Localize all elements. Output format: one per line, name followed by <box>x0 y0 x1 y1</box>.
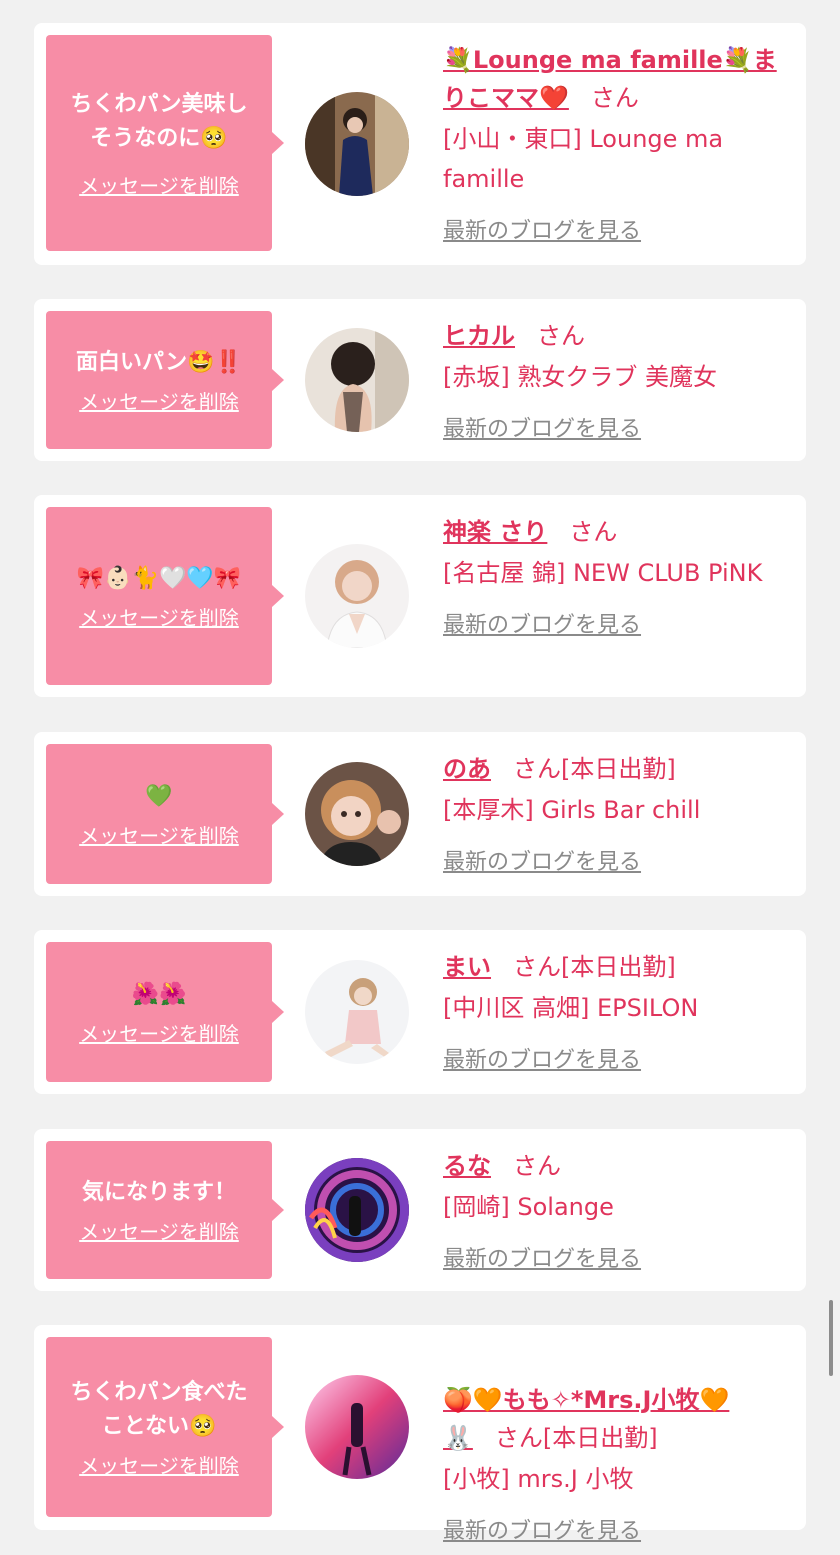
latest-blog-link[interactable]: 最新のブログを見る <box>443 411 641 443</box>
shop-label: [中川区 高畑] EPSILON <box>443 994 699 1022</box>
message-text: ちくわパン食べた ことない🥺 <box>70 1379 248 1439</box>
honorific: さん <box>513 1152 561 1180</box>
avatar[interactable] <box>305 544 409 648</box>
avatar[interactable] <box>305 328 409 432</box>
avatar[interactable] <box>305 1158 409 1262</box>
message-list: ちくわパン美味し そうなのに🥺 メッセージを削除 💐Lounge ma fami… <box>0 0 840 1555</box>
message-text: 💚 <box>145 783 173 809</box>
avatar[interactable] <box>305 1375 409 1479</box>
cast-name-link[interactable]: るな <box>443 1152 491 1180</box>
avatar[interactable] <box>305 960 409 1064</box>
honorific: さん <box>590 84 639 112</box>
scrollbar[interactable] <box>829 1300 833 1376</box>
honorific: さん <box>513 953 561 981</box>
status-label: [本日出勤] <box>542 1424 658 1452</box>
message-card: 💚 メッセージを削除 のあ さん[本日出勤] [本厚木] Girls Bar ch… <box>34 732 806 896</box>
status-label: [本日出勤] <box>561 755 676 783</box>
name-line: のあ さん[本日出勤] <box>443 750 786 788</box>
message-bubble: 気になります！ メッセージを削除 <box>46 1141 284 1279</box>
woman-selfie-photo-icon <box>305 762 409 866</box>
message-card: 面白いパン🤩‼️ メッセージを削除 ヒカル さん [赤坂] 熟女クラブ 美魔女 最… <box>34 299 806 461</box>
name-line: 🍑🧡もも✧*Mrs.J小牧🧡 🐰 さん[本日出勤] <box>443 1343 786 1457</box>
avatar[interactable] <box>305 762 409 866</box>
cast-name-link[interactable]: のあ <box>443 755 491 783</box>
message-bubble: 💚 メッセージを削除 <box>46 744 284 884</box>
message-bubble: ちくわパン食べた ことない🥺 メッセージを削除 <box>46 1337 284 1517</box>
woman-portrait-photo-icon <box>305 544 409 648</box>
latest-blog-link[interactable]: 最新のブログを見る <box>443 607 641 639</box>
cast-name-link[interactable]: 神楽 さり <box>443 518 547 546</box>
woman-back-photo-icon <box>305 328 409 432</box>
message-text: 🌺🌺 <box>131 981 187 1007</box>
message-text: 気になります！ <box>81 1179 236 1205</box>
woman-kimono-photo-icon <box>305 92 409 196</box>
cast-name-link[interactable]: まい <box>443 953 491 981</box>
delete-message-link[interactable]: メッセージを削除 <box>79 1450 239 1479</box>
message-card: ちくわパン食べた ことない🥺 メッセージを削除 🍑🧡もも✧*Mrs.J小牧🧡 🐰… <box>34 1325 806 1544</box>
light-tunnel-photo-icon <box>305 1158 409 1262</box>
delete-message-link[interactable]: メッセージを削除 <box>79 1216 239 1245</box>
woman-sitting-photo-icon <box>305 960 409 1064</box>
name-line: 神楽 さり さん <box>443 513 786 551</box>
message-card: ちくわパン美味し そうなのに🥺 メッセージを削除 💐Lounge ma fami… <box>34 23 806 265</box>
latest-blog-link[interactable]: 最新のブログを見る <box>443 844 641 876</box>
avatar[interactable] <box>305 92 409 196</box>
cast-name-link[interactable]: ヒカル <box>443 322 515 350</box>
message-text: 面白いパン🤩‼️ <box>76 349 242 375</box>
woman-neon-photo-icon <box>305 1375 409 1479</box>
message-text: ちくわパン美味し そうなのに🥺 <box>70 91 248 151</box>
shop-label: [赤坂] 熟女クラブ 美魔女 <box>443 363 717 391</box>
status-label: [本日出勤] <box>561 953 676 981</box>
delete-message-link[interactable]: メッセージを削除 <box>79 386 239 415</box>
name-line: ヒカル さん <box>443 317 786 355</box>
message-bubble: 🎀👶🏻🐈🤍🩵🎀 メッセージを削除 <box>46 507 284 685</box>
shop-label: [岡崎] Solange <box>443 1193 614 1221</box>
latest-blog-link[interactable]: 最新のブログを見る <box>443 213 641 245</box>
shop-label: [本厚木] Girls Bar chill <box>443 796 701 824</box>
message-bubble: 面白いパン🤩‼️ メッセージを削除 <box>46 311 284 449</box>
name-line: まい さん[本日出勤] <box>443 948 786 986</box>
shop-label: [小牧] mrs.J 小牧 <box>443 1465 634 1493</box>
delete-message-link[interactable]: メッセージを削除 <box>79 820 239 849</box>
delete-message-link[interactable]: メッセージを削除 <box>79 602 239 631</box>
message-bubble: 🌺🌺 メッセージを削除 <box>46 942 284 1082</box>
message-card: 🌺🌺 メッセージを削除 まい さん[本日出勤] [中川区 高畑] EPSILON … <box>34 930 806 1094</box>
latest-blog-link[interactable]: 最新のブログを見る <box>443 1241 641 1273</box>
delete-message-link[interactable]: メッセージを削除 <box>79 1018 239 1047</box>
name-line: るな さん <box>443 1147 786 1185</box>
honorific: さん <box>513 755 561 783</box>
message-text: 🎀👶🏻🐈🤍🩵🎀 <box>76 565 242 591</box>
honorific: さん <box>537 322 585 350</box>
latest-blog-link[interactable]: 最新のブログを見る <box>443 1042 641 1074</box>
card-info: のあ さん[本日出勤] [本厚木] Girls Bar chill 最新のブログを… <box>443 750 786 876</box>
delete-message-link[interactable]: メッセージを削除 <box>79 170 239 199</box>
shop-label: [小山・東口] Lounge ma famille <box>443 125 724 193</box>
honorific: さん <box>494 1424 543 1452</box>
honorific: さん <box>569 518 618 546</box>
message-card: 気になります！ メッセージを削除 るな さん [岡崎] Solange 最新のブロ… <box>34 1129 806 1291</box>
message-card: 🎀👶🏻🐈🤍🩵🎀 メッセージを削除 神楽 さり さん [名古屋 錦] NEW CLU… <box>34 495 806 697</box>
card-info: 神楽 さり さん [名古屋 錦] NEW CLUB PiNK 最新のブログを見る <box>443 513 786 639</box>
shop-label: [名古屋 錦] NEW CLUB PiNK <box>443 559 763 587</box>
card-info: 💐Lounge ma famille💐まりこママ❤️ さん [小山・東口] Lou… <box>443 41 786 245</box>
card-info: まい さん[本日出勤] [中川区 高畑] EPSILON 最新のブログを見る <box>443 948 786 1074</box>
card-info: 🍑🧡もも✧*Mrs.J小牧🧡 🐰 さん[本日出勤] [小牧] mrs.J 小牧 最… <box>443 1343 786 1545</box>
name-line: 💐Lounge ma famille💐まりこママ❤️ さん <box>443 41 786 117</box>
message-bubble: ちくわパン美味し そうなのに🥺 メッセージを削除 <box>46 35 284 251</box>
latest-blog-link[interactable]: 最新のブログを見る <box>443 1513 641 1545</box>
card-info: るな さん [岡崎] Solange 最新のブログを見る <box>443 1147 786 1273</box>
card-info: ヒカル さん [赤坂] 熟女クラブ 美魔女 最新のブログを見る <box>443 317 786 443</box>
